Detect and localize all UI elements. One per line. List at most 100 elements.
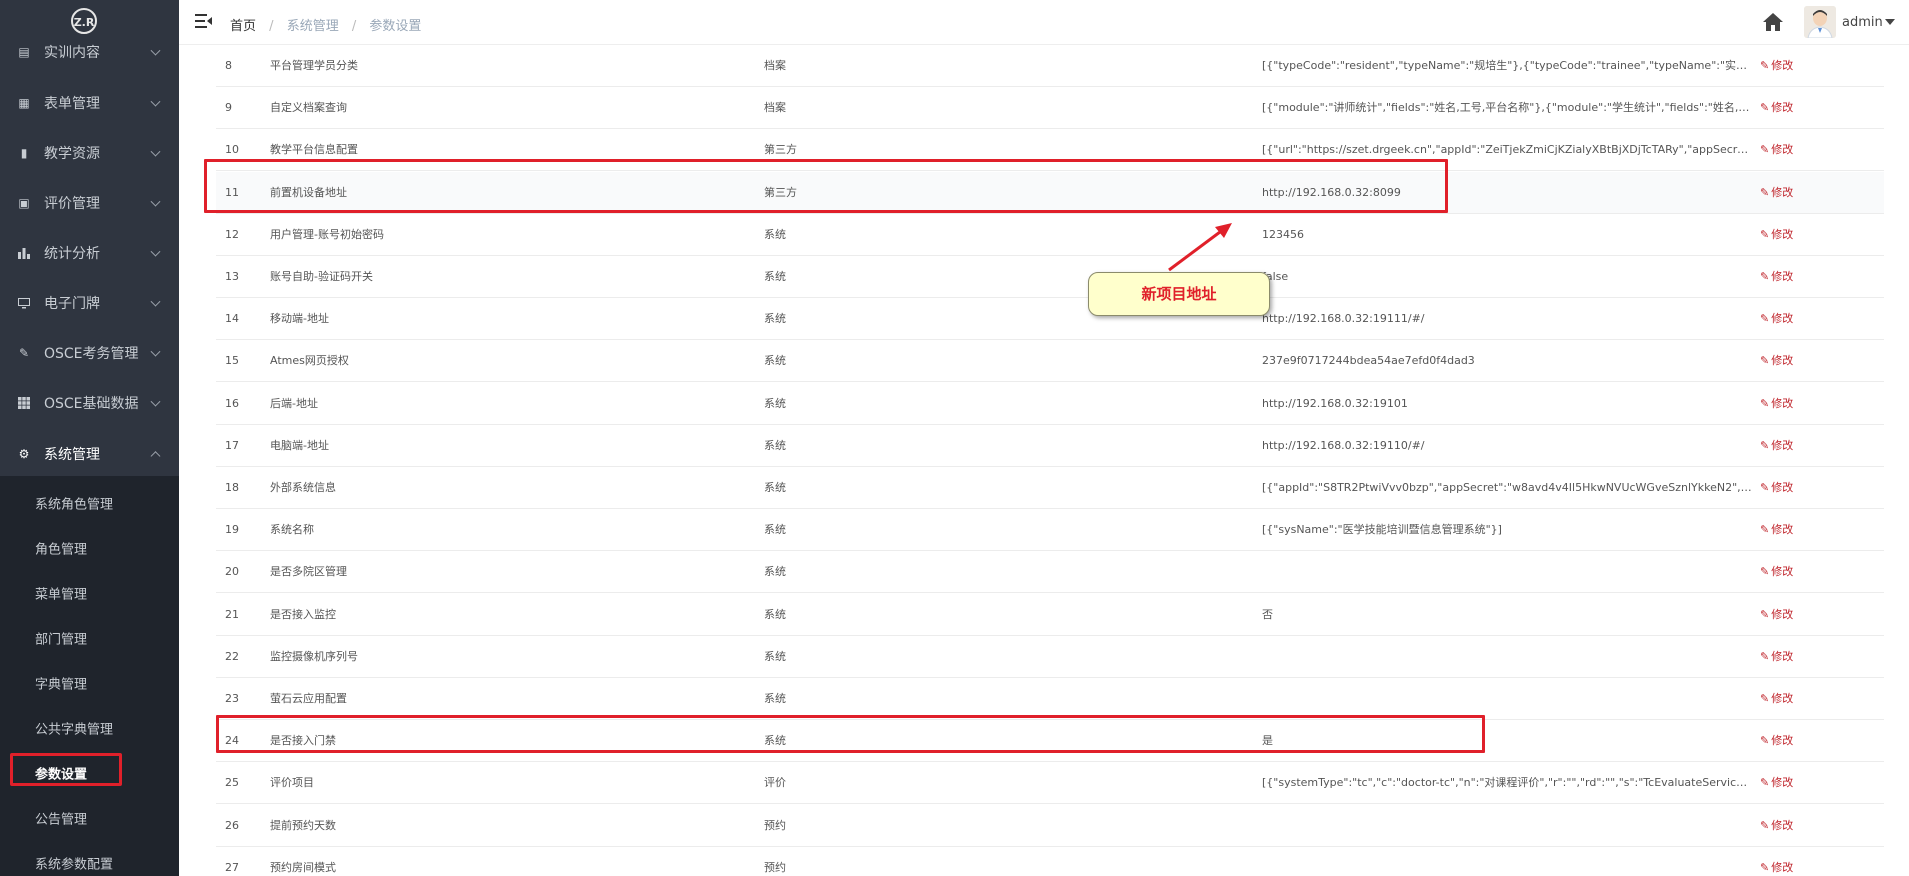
menu-label: OSCE考务管理 [44, 346, 139, 362]
menu-label: 教学资源 [44, 146, 100, 162]
submenu-announcement[interactable]: 公告管理 [0, 795, 179, 840]
breadcrumb-home[interactable]: 首页 [230, 19, 256, 34]
pencil-icon: ✎ [1760, 607, 1770, 621]
submenu-dictionary[interactable]: 字典管理 [0, 660, 179, 705]
edit-button[interactable]: ✎ 修改 [1760, 467, 1820, 509]
edit-button[interactable]: ✎ 修改 [1760, 805, 1820, 847]
edit-button[interactable]: ✎ 修改 [1760, 87, 1820, 129]
row-index: 16 [225, 396, 239, 410]
param-name: 电脑端-地址 [270, 438, 329, 452]
edit-button[interactable]: ✎ 修改 [1760, 129, 1820, 171]
user-name[interactable]: admin [1842, 15, 1883, 30]
edit-button[interactable]: ✎ 修改 [1760, 762, 1820, 804]
menu-label: 统计分析 [44, 246, 100, 262]
pencil-icon: ✎ [1760, 59, 1770, 72]
menu-electronic-doorplate[interactable]: 电子门牌 [0, 278, 179, 328]
table-row: 8 平台管理学员分类 档案 [{"typeCode":"resident","type… [216, 45, 1884, 87]
edit-button[interactable]: ✎ 修改 [1760, 172, 1820, 214]
edit-button[interactable]: ✎ 修改 [1760, 383, 1820, 425]
edit-button[interactable]: ✎ 修改 [1760, 298, 1820, 340]
submenu-role[interactable]: 角色管理 [0, 525, 179, 570]
edit-button[interactable]: ✎ 修改 [1760, 214, 1820, 256]
pencil-icon: ✎ [1760, 523, 1770, 537]
param-value [1262, 678, 1752, 720]
submenu-system-role[interactable]: 系统角色管理 [0, 480, 179, 525]
submenu-label: 系统角色管理 [35, 497, 114, 512]
menu-system-management[interactable]: ⚙ 系统管理 [0, 429, 179, 479]
pencil-icon: ✎ [1760, 692, 1770, 705]
param-value: false [1262, 270, 1289, 283]
edit-button[interactable]: ✎ 修改 [1760, 256, 1820, 298]
submenu-public-dictionary[interactable]: 公共字典管理 [0, 705, 179, 750]
param-value [1262, 551, 1752, 593]
menu-training-content[interactable]: ▤ 实训内容 [0, 28, 179, 76]
pencil-icon: ✎ [1760, 481, 1770, 494]
param-type: 系统 [764, 438, 786, 452]
param-type: 第三方 [764, 185, 797, 199]
submenu-system-parameter-config[interactable]: 系统参数配置 [0, 840, 179, 876]
menu-evaluation-management[interactable]: ▣ 评价管理 [0, 178, 179, 228]
table-row: 19 系统名称 系统 [{"sysName":"医学技能培训暨信息管理系统"}] ✎ 修改 [216, 509, 1884, 552]
param-name: Atmes网页授权 [270, 354, 349, 368]
table-row: 24 是否接入门禁 系统 是 ✎ 修改 [216, 720, 1884, 763]
edit-button[interactable]: ✎ 修改 [1760, 636, 1820, 678]
edit-label: 修改 [1771, 312, 1794, 326]
edit-button[interactable]: ✎ 修改 [1760, 509, 1820, 551]
submenu-parameter-settings[interactable]: 参数设置 [0, 750, 179, 795]
param-type: 系统 [764, 396, 786, 410]
menu-toggle-icon[interactable] [195, 14, 212, 28]
chevron-down-icon [150, 196, 161, 207]
edit-button[interactable]: ✎ 修改 [1760, 551, 1820, 593]
edit-label: 修改 [1771, 692, 1794, 705]
avatar[interactable] [1804, 6, 1836, 38]
menu-osce-exam[interactable]: ✎ OSCE考务管理 [0, 328, 179, 378]
param-type: 系统 [764, 734, 786, 748]
menu-osce-basic-data[interactable]: OSCE基础数据 [0, 378, 179, 428]
edit-label: 修改 [1771, 776, 1794, 790]
callout-note: 新项目地址 [1088, 272, 1270, 316]
param-type: 系统 [764, 354, 786, 368]
menu-teaching-resources[interactable]: ▮ 教学资源 [0, 128, 179, 178]
edit-label: 修改 [1771, 818, 1794, 832]
param-name: 自定义档案查询 [270, 101, 347, 115]
breadcrumb-separator: / [351, 19, 357, 34]
param-value: http://192.168.0.32:8099 [1262, 185, 1401, 199]
home-icon[interactable] [1762, 11, 1784, 33]
submenu-menu[interactable]: 菜单管理 [0, 570, 179, 615]
edit-button[interactable]: ✎ 修改 [1760, 594, 1820, 636]
submenu-label: 系统参数配置 [35, 857, 114, 872]
param-type: 系统 [764, 692, 786, 705]
submenu-department[interactable]: 部门管理 [0, 615, 179, 660]
caret-down-icon[interactable] [1885, 19, 1895, 25]
submenu-label: 公共字典管理 [35, 722, 114, 737]
param-name: 监控摄像机序列号 [270, 649, 358, 663]
pencil-icon: ✎ [1760, 227, 1770, 241]
breadcrumb-parameter-settings: 参数设置 [369, 19, 422, 34]
param-value: [{"appId":"S8TR2PtwiVvv0bzp","appSecret"… [1262, 481, 1752, 494]
edit-button[interactable]: ✎ 修改 [1760, 340, 1820, 382]
row-index: 8 [225, 59, 232, 72]
row-index: 15 [225, 354, 239, 368]
edit-button[interactable]: ✎ 修改 [1760, 45, 1820, 87]
edit-button[interactable]: ✎ 修改 [1760, 678, 1820, 720]
param-name: 系统名称 [270, 523, 314, 537]
breadcrumb-separator: / [269, 19, 274, 34]
menu-statistics[interactable]: 统计分析 [0, 228, 179, 278]
param-value: [{"typeCode":"resident","typeName":"规培生"… [1262, 59, 1752, 72]
edit-button[interactable]: ✎ 修改 [1760, 425, 1820, 467]
table-row: 25 评价项目 评价 [{"systemType":"tc","c":"doctor-… [216, 762, 1884, 805]
edit-label: 修改 [1771, 607, 1794, 621]
breadcrumb-system-management[interactable]: 系统管理 [287, 19, 339, 34]
edit-button[interactable]: ✎ 修改 [1760, 847, 1820, 876]
chevron-down-icon [150, 296, 161, 307]
param-value [1262, 805, 1752, 847]
menu-label: OSCE基础数据 [44, 396, 139, 412]
edit-label: 修改 [1771, 227, 1794, 241]
menu-form-management[interactable]: ▦ 表单管理 [0, 78, 179, 128]
pencil-icon: ✎ [1760, 438, 1770, 452]
pencil-icon: ✎ [1760, 649, 1770, 663]
edit-button[interactable]: ✎ 修改 [1760, 720, 1820, 762]
table-row: 17 电脑端-地址 系统 http://192.168.0.32:19110/#/ ✎ 修… [216, 425, 1884, 467]
edit-label: 修改 [1771, 143, 1794, 157]
sidebar: Z.R ▤ 实训内容 ▦ 表单管理 ▮ 教学资源 ▣ 评价管理 统计分析 电子门… [0, 0, 179, 876]
